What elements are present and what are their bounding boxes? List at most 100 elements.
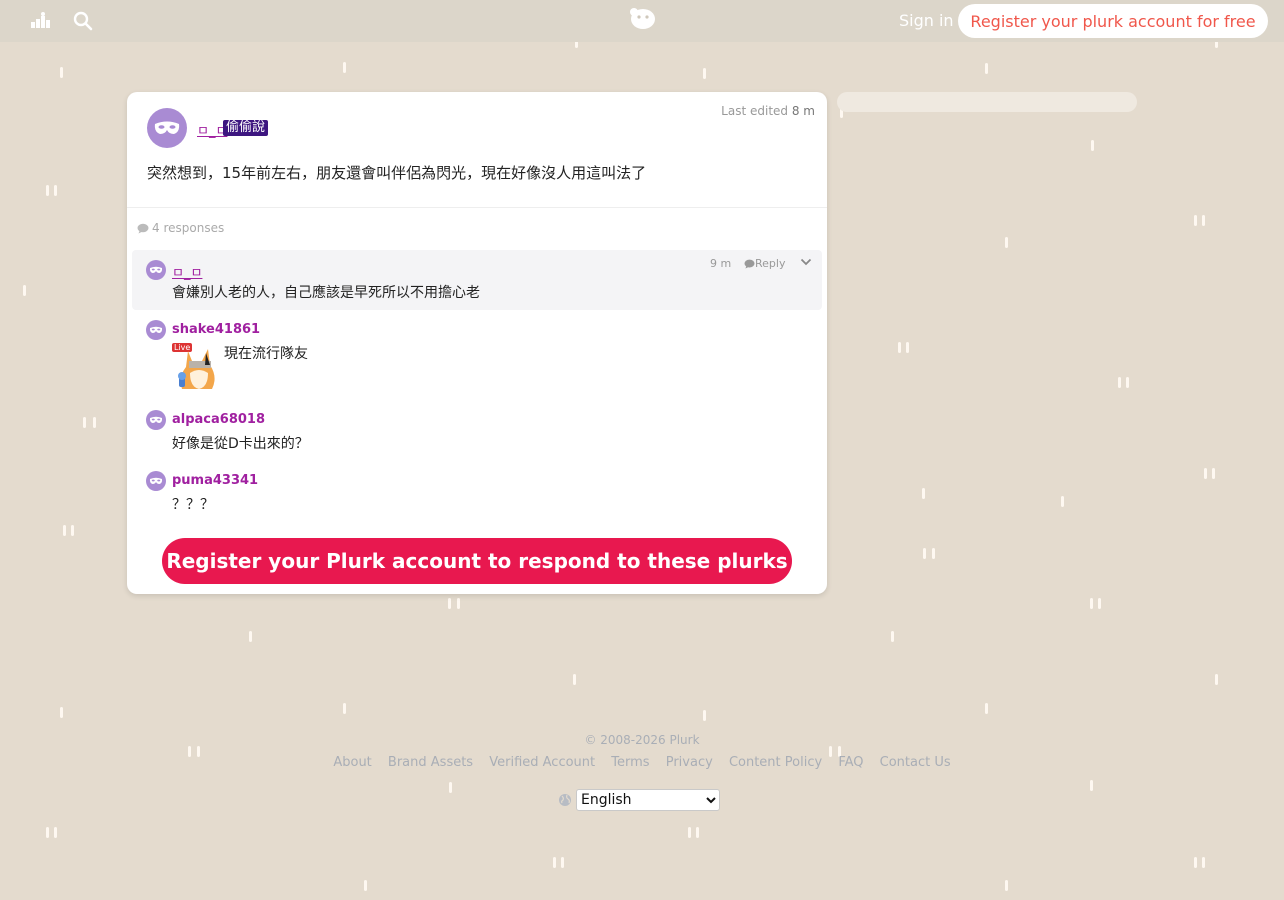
rain-mark [1098, 598, 1101, 609]
rain-mark [561, 857, 564, 868]
rain-mark [54, 827, 57, 838]
rain-mark [54, 185, 57, 196]
rain-mark [923, 548, 926, 559]
globe-icon [559, 794, 571, 806]
rain-mark [696, 827, 699, 838]
rain-mark [898, 342, 901, 353]
response-item: ㅁ_ㅁ 會嫌別人老的人，自己應該是早死所以不用擔心老 9 m Reply [132, 250, 822, 310]
rain-mark [906, 342, 909, 353]
rain-mark [343, 703, 346, 714]
response-item: alpaca68018 好像是從D卡出來的？ [132, 407, 822, 452]
rain-mark [63, 525, 66, 536]
mask-icon [154, 121, 180, 134]
response-text: 現在流行隊友 [224, 346, 308, 362]
response-text: ？？？ [172, 497, 214, 513]
rain-mark [1090, 780, 1093, 791]
qualifier-badge: 偷偷說 [223, 120, 269, 136]
speech-bubble-icon [137, 223, 149, 233]
rain-mark [1204, 468, 1207, 479]
plurk-logo-icon[interactable] [626, 5, 658, 31]
reply-label: Reply [755, 257, 786, 270]
rain-mark [83, 417, 86, 428]
plurk-content: 突然想到，15年前左右，朋友還會叫伴侶為閃光，現在好像沒人用這叫法了 [147, 164, 647, 182]
rain-mark [60, 707, 63, 718]
response-author[interactable]: shake41861 [172, 322, 260, 337]
footer-link-about[interactable]: About [333, 755, 371, 770]
rain-mark [46, 827, 49, 838]
rain-mark [891, 631, 894, 642]
rain-mark [449, 782, 452, 793]
footer-link-contact-us[interactable]: Contact Us [880, 755, 951, 770]
rain-mark [1118, 377, 1121, 388]
rain-mark [1005, 880, 1008, 891]
rain-mark [1202, 215, 1205, 226]
speech-bubble-icon [744, 259, 755, 269]
response-item: shake41861 Live 現在流行隊友 [132, 317, 822, 392]
language-select[interactable]: English [576, 789, 720, 811]
rain-mark [93, 417, 96, 428]
plurk-card: ㅁ_ㅁ 偷偷說 Last edited 8 m 突然想到，15年前左右，朋友還會… [127, 92, 827, 594]
mask-icon [149, 416, 163, 423]
responses-count-label: 4 responses [152, 221, 225, 235]
rain-mark [71, 525, 74, 536]
register-free-button[interactable]: Register your plurk account for free [958, 4, 1268, 38]
search-icon[interactable] [72, 10, 94, 32]
avatar[interactable] [146, 260, 166, 280]
register-respond-button[interactable]: Register your Plurk account to respond t… [162, 538, 792, 584]
copyright: © 2008-2026 Plurk [584, 733, 700, 747]
last-edited-time: 8 m [791, 104, 815, 118]
footer-link-content-policy[interactable]: Content Policy [729, 755, 822, 770]
footer-link-brand-assets[interactable]: Brand Assets [388, 755, 473, 770]
rain-mark [553, 857, 556, 868]
mask-icon [149, 266, 163, 273]
response-author[interactable]: puma43341 [172, 473, 258, 488]
rain-mark [932, 548, 935, 559]
mask-icon [149, 326, 163, 333]
rain-mark [23, 285, 26, 296]
rain-mark [1090, 598, 1093, 609]
rain-mark [573, 674, 576, 685]
rain-mark [1202, 857, 1205, 868]
top-bar: Sign in Register your plurk account for … [0, 0, 1284, 42]
rain-mark [688, 827, 691, 838]
fox-icon [178, 349, 215, 389]
avatar[interactable] [146, 320, 166, 340]
rain-mark [457, 598, 460, 609]
rain-mark [60, 67, 63, 78]
rain-mark [46, 185, 49, 196]
rain-mark [448, 598, 451, 609]
rain-mark [1194, 857, 1197, 868]
chevron-down-icon[interactable] [800, 257, 812, 267]
divider [127, 207, 827, 208]
response-item: puma43341 ？？？ [132, 468, 822, 513]
bar-chart-icon[interactable] [29, 10, 51, 32]
rain-mark [985, 703, 988, 714]
reply-button[interactable]: Reply [744, 257, 785, 270]
response-text: 會嫌別人老的人，自己應該是早死所以不用擔心老 [172, 285, 480, 301]
avatar[interactable] [146, 410, 166, 430]
last-edited-label: Last edited [721, 104, 789, 118]
responses-count: 4 responses [137, 221, 224, 235]
footer-link-privacy[interactable]: Privacy [666, 755, 713, 770]
rain-mark [1091, 140, 1094, 151]
rain-mark [1212, 468, 1215, 479]
fox-sticker: Live [172, 343, 222, 391]
avatar[interactable] [146, 471, 166, 491]
avatar[interactable] [147, 108, 187, 148]
footer-link-terms[interactable]: Terms [611, 755, 649, 770]
footer-links: About Brand Assets Verified Account Term… [0, 755, 1284, 770]
rain-mark [703, 710, 706, 721]
rain-mark [1061, 496, 1064, 507]
rain-mark [364, 880, 367, 891]
sign-in-link[interactable]: Sign in [899, 11, 954, 30]
footer-link-verified-account[interactable]: Verified Account [489, 755, 595, 770]
response-author[interactable]: ㅁ_ㅁ [172, 262, 202, 281]
response-author[interactable]: alpaca68018 [172, 412, 265, 427]
rain-mark [985, 63, 988, 74]
rain-mark [922, 488, 925, 499]
rain-mark [343, 62, 346, 73]
rain-mark [1005, 237, 1008, 248]
footer-link-faq[interactable]: FAQ [838, 755, 863, 770]
response-text: 好像是從D卡出來的？ [172, 436, 309, 452]
response-time: 9 m [710, 257, 731, 270]
